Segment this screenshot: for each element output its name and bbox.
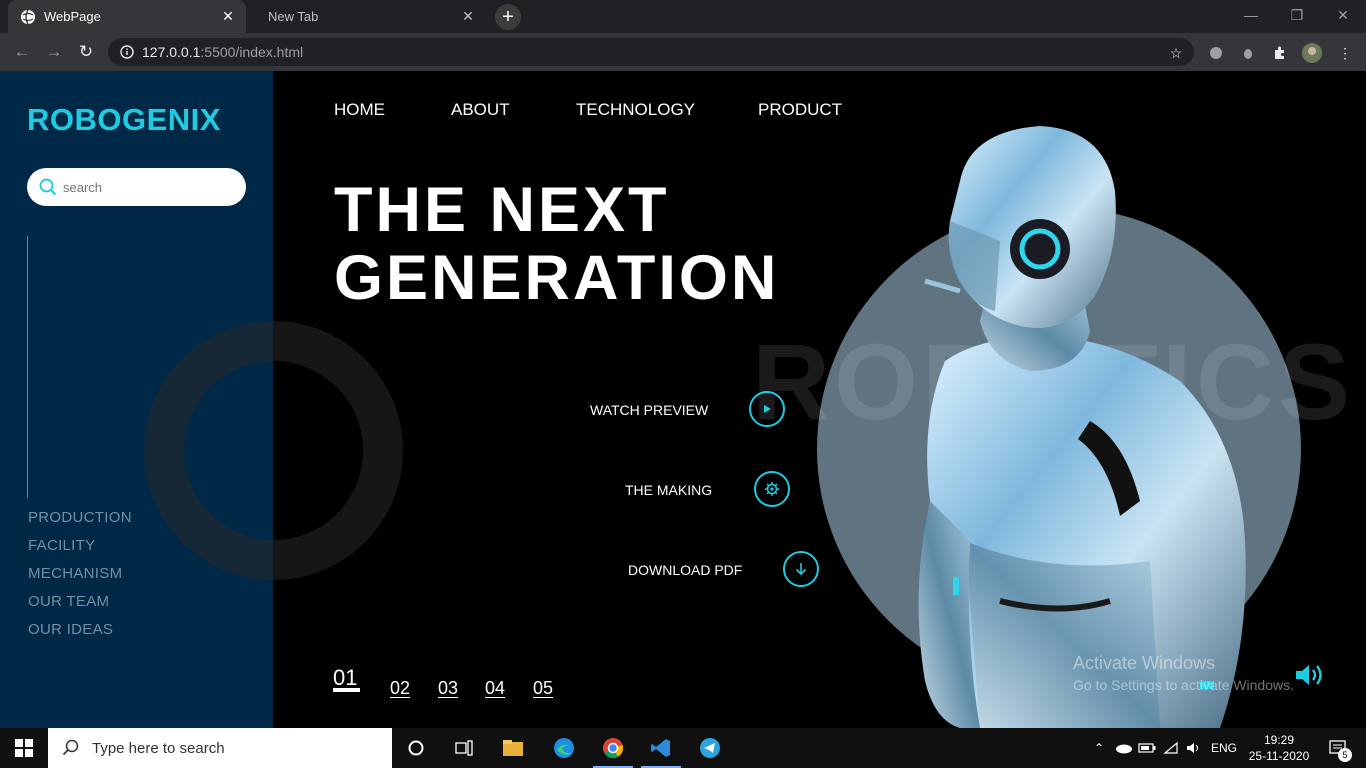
active-page-indicator bbox=[333, 688, 360, 692]
sidebar-link-production[interactable]: PRODUCTION bbox=[28, 509, 132, 526]
watch-preview-label[interactable]: WATCH PREVIEW bbox=[590, 402, 708, 418]
nav-about[interactable]: ABOUT bbox=[451, 100, 510, 120]
cortana-icon[interactable] bbox=[392, 728, 440, 768]
notifications-icon[interactable]: 5 bbox=[1318, 728, 1358, 768]
page-number-02[interactable]: 02 bbox=[390, 678, 410, 699]
extensions-puzzle-icon[interactable] bbox=[1269, 42, 1291, 64]
tab-close-icon[interactable]: ✕ bbox=[218, 8, 238, 25]
hero-headline: THE NEXT GENERATION bbox=[334, 176, 779, 312]
notification-badge: 5 bbox=[1338, 748, 1352, 762]
telegram-icon[interactable] bbox=[686, 728, 734, 768]
download-pdf-button[interactable] bbox=[783, 551, 819, 587]
activate-windows-title: Activate Windows bbox=[1073, 653, 1216, 673]
play-icon bbox=[764, 405, 771, 413]
close-window-icon[interactable]: ✕ bbox=[1320, 0, 1366, 30]
page-number-03[interactable]: 03 bbox=[438, 678, 458, 699]
address-bar[interactable]: 127.0.0.1:5500/index.html bbox=[108, 38, 1194, 66]
page-number-05[interactable]: 05 bbox=[533, 678, 553, 699]
extension-circle-icon[interactable] bbox=[1205, 42, 1227, 64]
start-button[interactable] bbox=[0, 728, 48, 768]
windows-logo-icon bbox=[15, 739, 33, 757]
hero-line-2: GENERATION bbox=[334, 243, 780, 313]
speaker-icon[interactable] bbox=[1293, 659, 1325, 691]
webpage-viewport: ROBOTICS bbox=[0, 71, 1366, 728]
search-input[interactable] bbox=[63, 179, 223, 195]
search-box[interactable] bbox=[27, 168, 246, 206]
minimize-icon[interactable]: — bbox=[1228, 0, 1274, 30]
back-icon[interactable]: ← bbox=[10, 41, 34, 63]
clock-time: 19:29 bbox=[1263, 733, 1295, 747]
bookmark-star-icon[interactable]: ☆ bbox=[1165, 42, 1187, 64]
tab-title: New Tab bbox=[268, 9, 319, 24]
info-icon bbox=[120, 45, 134, 59]
clock[interactable]: 19:29 25-11-2020 bbox=[1244, 728, 1314, 768]
tab-webpage[interactable]: WebPage ✕ bbox=[8, 0, 246, 33]
file-explorer-icon[interactable] bbox=[489, 728, 537, 768]
tab-new-tab[interactable]: New Tab ✕ bbox=[250, 0, 486, 33]
tray-expand-icon[interactable]: ⌃ bbox=[1090, 728, 1108, 768]
nav-technology[interactable]: TECHNOLOGY bbox=[576, 100, 695, 120]
edge-icon[interactable] bbox=[540, 728, 588, 768]
gear-icon bbox=[765, 482, 779, 496]
onedrive-icon[interactable] bbox=[1112, 728, 1134, 768]
page-number-04[interactable]: 04 bbox=[485, 678, 505, 699]
new-tab-button[interactable]: + bbox=[495, 4, 521, 30]
sidebar-divider bbox=[27, 236, 28, 498]
activate-windows-subtitle: Go to Settings to activate Windows. bbox=[1073, 677, 1294, 693]
nav-home[interactable]: HOME bbox=[334, 100, 385, 120]
download-pdf-label[interactable]: DOWNLOAD PDF bbox=[628, 562, 742, 578]
profile-avatar[interactable] bbox=[1301, 42, 1323, 64]
sidebar-link-facility[interactable]: FACILITY bbox=[28, 537, 95, 554]
arrow-down-icon bbox=[795, 563, 807, 576]
chrome-icon[interactable] bbox=[589, 728, 637, 768]
wifi-icon[interactable] bbox=[1160, 728, 1182, 768]
sidebar-link-mechanism[interactable]: MECHANISM bbox=[28, 565, 122, 582]
tab-title: WebPage bbox=[44, 9, 101, 24]
decorative-ring bbox=[144, 321, 403, 580]
the-making-label[interactable]: THE MAKING bbox=[625, 482, 712, 498]
the-making-button[interactable] bbox=[754, 471, 790, 507]
volume-icon[interactable] bbox=[1183, 728, 1205, 768]
taskbar-search-box[interactable]: Type here to search bbox=[48, 728, 392, 768]
nav-product[interactable]: PRODUCT bbox=[758, 100, 842, 120]
language-indicator[interactable]: ENG bbox=[1208, 728, 1240, 768]
sidebar-link-our-ideas[interactable]: OUR IDEAS bbox=[28, 621, 113, 638]
restore-icon[interactable]: ❐ bbox=[1274, 0, 1320, 30]
url-path: :5500/index.html bbox=[200, 44, 304, 60]
sidebar-link-our-team[interactable]: OUR TEAM bbox=[28, 593, 109, 610]
tab-close-icon[interactable]: ✕ bbox=[458, 8, 478, 25]
extension-drop-icon[interactable] bbox=[1237, 42, 1259, 64]
url-host: 127.0.0.1 bbox=[142, 44, 201, 60]
battery-icon[interactable] bbox=[1136, 728, 1158, 768]
watch-preview-button[interactable] bbox=[749, 391, 785, 427]
clock-date: 25-11-2020 bbox=[1248, 749, 1310, 763]
task-view-icon[interactable] bbox=[440, 728, 488, 768]
forward-icon[interactable]: → bbox=[42, 41, 66, 63]
vscode-icon[interactable] bbox=[637, 728, 685, 768]
brand-logo[interactable]: ROBOGENIX bbox=[27, 102, 221, 138]
robot-image bbox=[918, 126, 1246, 728]
reload-icon[interactable]: ↻ bbox=[74, 41, 98, 63]
search-icon bbox=[39, 178, 57, 196]
menu-kebab-icon[interactable]: ⋮ bbox=[1334, 42, 1356, 64]
globe-icon bbox=[21, 9, 35, 24]
taskbar-search-placeholder: Type here to search bbox=[92, 739, 225, 757]
search-icon bbox=[62, 739, 79, 756]
hero-line-1: THE NEXT bbox=[334, 175, 670, 245]
